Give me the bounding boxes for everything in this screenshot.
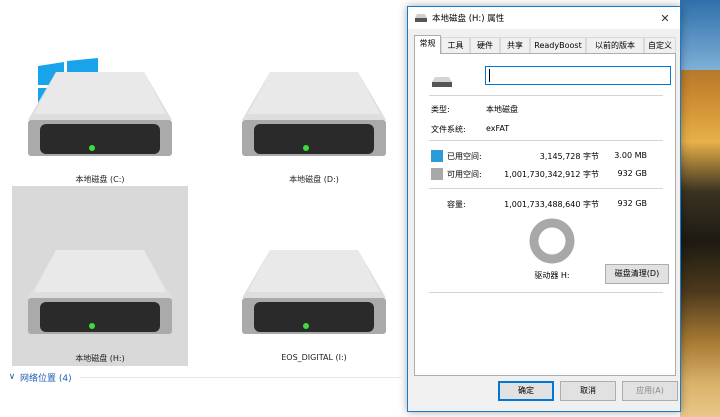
used-space-size: 3.00 MB (614, 151, 647, 160)
used-space-swatch (431, 150, 443, 162)
divider (429, 292, 663, 293)
cancel-button[interactable]: 取消 (560, 381, 616, 401)
dialog-titlebar[interactable]: 本地磁盘 (H:) 属性 ✕ (408, 7, 680, 29)
ok-button[interactable]: 确定 (498, 381, 554, 401)
free-space-bytes: 1,001,730,342,912 字节 (504, 170, 599, 179)
chevron-down-icon[interactable]: ∨ (6, 372, 18, 382)
drive-tile-h[interactable]: 本地磁盘 (H:) (12, 186, 188, 366)
drive-label-c: 本地磁盘 (C:) (75, 175, 125, 184)
divider (429, 95, 663, 96)
capacity-label: 容量: (447, 200, 466, 209)
capacity-size: 932 GB (617, 199, 648, 208)
tab-readyboost[interactable]: ReadyBoost (530, 37, 586, 53)
volume-name-input[interactable] (485, 66, 671, 85)
tab-hardware[interactable]: 硬件 (470, 37, 500, 53)
drive-letter-label: 驱动器 H: (534, 271, 570, 280)
used-space-bytes: 3,145,728 字节 (539, 152, 599, 161)
filesystem-value: exFAT (486, 124, 510, 133)
free-space-swatch (431, 168, 443, 180)
hard-drive-icon (28, 250, 172, 334)
tab-sharing[interactable]: 共享 (500, 37, 530, 53)
drive-icon (432, 77, 452, 87)
dialog-title: 本地磁盘 (H:) 属性 (432, 14, 505, 24)
disk-cleanup-button[interactable]: 磁盘清理(D) (605, 264, 669, 284)
used-space-label: 已用空间: (447, 152, 482, 161)
text-caret (489, 69, 490, 82)
desktop-wallpaper (680, 0, 720, 417)
drive-label-h: 本地磁盘 (H:) (75, 354, 125, 363)
disk-usage-donut (529, 218, 575, 264)
tab-strip: 常规 工具 硬件 共享 ReadyBoost 以前的版本 自定义 (414, 35, 676, 54)
free-space-size: 932 GB (617, 169, 648, 178)
properties-dialog: 本地磁盘 (H:) 属性 ✕ 常规 工具 硬件 共享 ReadyBoost 以前… (407, 6, 681, 412)
tab-general[interactable]: 常规 (414, 35, 441, 54)
group-divider (79, 376, 401, 378)
hard-drive-icon (242, 250, 386, 334)
drive-tile-i[interactable]: EOS_DIGITAL (I:) (226, 186, 402, 366)
close-button[interactable]: ✕ (650, 7, 680, 29)
drive-tile-c[interactable]: 本地磁盘 (C:) (12, 8, 188, 188)
network-locations-label: 网络位置 (4) (20, 373, 72, 384)
general-tab-panel: 类型: 本地磁盘 文件系统: exFAT 已用空间: 3,145,728 字节 … (414, 53, 676, 376)
tab-customize[interactable]: 自定义 (644, 37, 676, 53)
close-icon: ✕ (660, 11, 670, 25)
hard-drive-icon (28, 72, 172, 156)
tab-tools[interactable]: 工具 (441, 37, 470, 53)
wallpaper-sky (680, 0, 720, 70)
type-value: 本地磁盘 (486, 105, 518, 114)
drive-label-d: 本地磁盘 (D:) (289, 175, 339, 184)
capacity-bytes: 1,001,733,488,640 字节 (504, 200, 599, 209)
drive-icon (415, 14, 427, 22)
hard-drive-icon (242, 72, 386, 156)
divider (429, 188, 663, 189)
drive-label-i: EOS_DIGITAL (I:) (281, 353, 347, 362)
filesystem-label: 文件系统: (431, 125, 466, 134)
drive-tile-d[interactable]: 本地磁盘 (D:) (226, 8, 402, 188)
divider (429, 140, 663, 141)
apply-button[interactable]: 应用(A) (622, 381, 678, 401)
free-space-label: 可用空间: (447, 170, 482, 179)
tab-previous-versions[interactable]: 以前的版本 (586, 37, 644, 53)
network-locations-group[interactable]: ∨ 网络位置 (4) (6, 369, 401, 385)
type-label: 类型: (431, 105, 450, 114)
